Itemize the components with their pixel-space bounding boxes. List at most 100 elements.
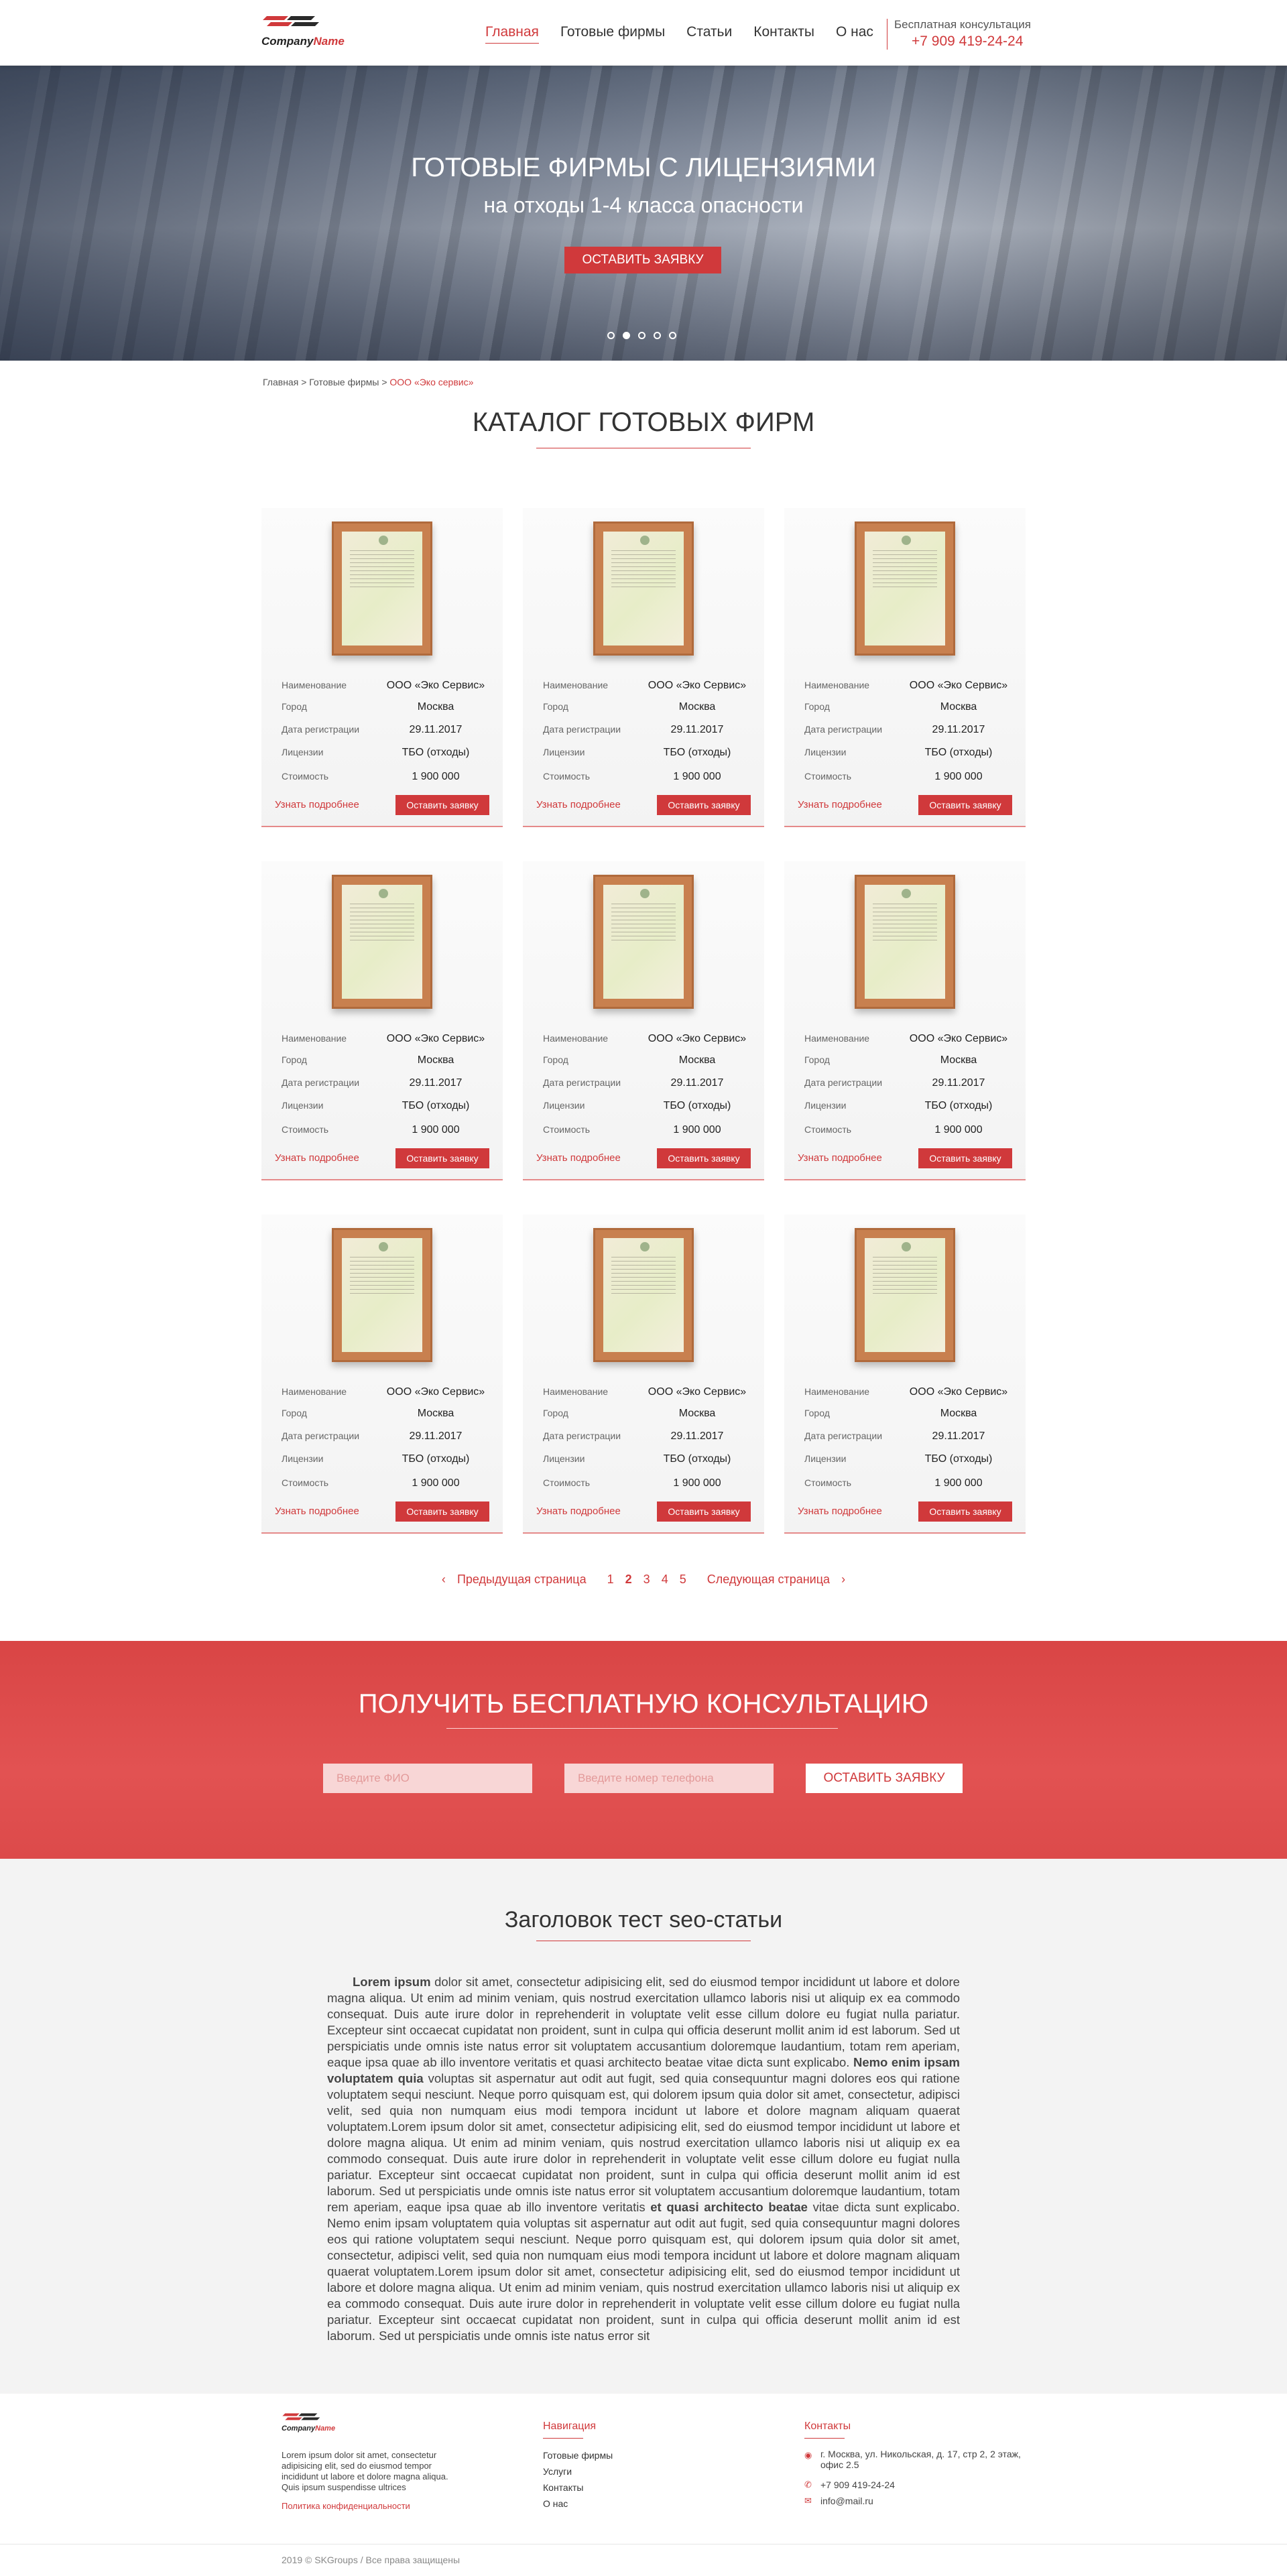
- nav-link-contacts[interactable]: Контакты: [753, 24, 814, 44]
- license-certificate-image[interactable]: [593, 1228, 694, 1362]
- card-value: 29.11.2017: [670, 724, 724, 735]
- license-certificate-image[interactable]: [332, 875, 432, 1009]
- footer-nav-ready-firms[interactable]: Готовые фирмы: [543, 2450, 613, 2461]
- license-certificate-image[interactable]: [855, 522, 955, 656]
- certificate-paper: [865, 532, 945, 646]
- card-more-link[interactable]: Узнать подробнее: [536, 799, 621, 810]
- footer-nav-services[interactable]: Услуги: [543, 2466, 572, 2477]
- card-more-link[interactable]: Узнать подробнее: [275, 1152, 359, 1164]
- card-apply-button[interactable]: Оставить заявку: [395, 1148, 489, 1168]
- card-more-link[interactable]: Узнать подробнее: [275, 799, 359, 810]
- slider-dot[interactable]: [669, 332, 676, 339]
- card-apply-button[interactable]: Оставить заявку: [657, 795, 751, 815]
- card-label: Лицензии: [282, 1100, 324, 1111]
- consultation-underline: [446, 1728, 838, 1729]
- firm-card: Наименование ООО «Эко Сервис» Город Москва Д…: [784, 1215, 1026, 1534]
- card-value: Москва: [940, 701, 977, 713]
- card-value: ТБО (отходы): [663, 1100, 731, 1111]
- footer-nav-title: Навигация: [543, 2420, 597, 2432]
- site-header: CompanyName Главная Готовые фирмы Статьи…: [0, 0, 1287, 66]
- consultation-apply-button[interactable]: ОСТАВИТЬ ЗАЯВКУ: [806, 1764, 963, 1793]
- card-apply-button[interactable]: Оставить заявку: [918, 1501, 1012, 1522]
- footer-email[interactable]: info@mail.ru: [820, 2496, 873, 2506]
- card-apply-button[interactable]: Оставить заявку: [395, 1501, 489, 1522]
- card-value: 29.11.2017: [932, 724, 985, 735]
- card-label: Наименование: [804, 1033, 870, 1044]
- card-label: Наименование: [282, 680, 347, 690]
- card-label: Лицензии: [543, 1100, 585, 1111]
- pagination-prev[interactable]: Предыдущая страница: [457, 1573, 587, 1586]
- slider-dot[interactable]: [607, 332, 615, 339]
- company-logo[interactable]: CompanyName: [261, 13, 362, 51]
- card-label: Город: [804, 1054, 830, 1065]
- card-row-city: Город Москва: [804, 1408, 1012, 1421]
- card-apply-button[interactable]: Оставить заявку: [918, 795, 1012, 815]
- header-phone[interactable]: +7 909 419-24-24: [912, 34, 1023, 50]
- nav-link-about[interactable]: О нас: [836, 24, 873, 44]
- card-more-link[interactable]: Узнать подробнее: [536, 1506, 621, 1517]
- site-footer: CompanyName Lorem ipsum dolor sit amet, …: [0, 2394, 1287, 2576]
- firm-card: Наименование ООО «Эко Сервис» Город Москва Д…: [261, 508, 503, 827]
- card-apply-button[interactable]: Оставить заявку: [657, 1148, 751, 1168]
- card-more-link[interactable]: Узнать подробнее: [798, 799, 882, 810]
- license-certificate-image[interactable]: [855, 1228, 955, 1362]
- card-label: Дата регистрации: [282, 1077, 360, 1088]
- firm-card: Наименование ООО «Эко Сервис» Город Москва Д…: [523, 1215, 764, 1534]
- slider-dot[interactable]: [654, 332, 661, 339]
- prev-arrow-icon[interactable]: ‹: [442, 1573, 446, 1586]
- footer-nav-contacts[interactable]: Контакты: [543, 2482, 583, 2493]
- logo-text-name: Name: [313, 35, 345, 48]
- pagination-page[interactable]: 5: [680, 1573, 686, 1586]
- seo-bold-text: Lorem ipsum: [353, 1975, 431, 1989]
- pagination-page[interactable]: 4: [662, 1573, 668, 1586]
- card-more-link[interactable]: Узнать подробнее: [536, 1152, 621, 1164]
- license-certificate-image[interactable]: [332, 1228, 432, 1362]
- name-input[interactable]: [323, 1764, 532, 1793]
- license-certificate-image[interactable]: [332, 522, 432, 656]
- card-label: Лицензии: [804, 1100, 847, 1111]
- next-arrow-icon[interactable]: ›: [841, 1573, 845, 1586]
- footer-nav-about[interactable]: О нас: [543, 2498, 568, 2509]
- main-nav: Главная Готовые фирмы Статьи Контакты О …: [485, 24, 895, 44]
- certificate-paper: [342, 1238, 422, 1352]
- phone-input[interactable]: [564, 1764, 774, 1793]
- card-label: Лицензии: [543, 1453, 585, 1464]
- breadcrumb-home[interactable]: Главная: [263, 377, 298, 387]
- pagination-page-current[interactable]: 2: [625, 1573, 632, 1586]
- nav-link-home[interactable]: Главная: [485, 24, 539, 44]
- pagination-page[interactable]: 3: [644, 1573, 650, 1586]
- card-apply-button[interactable]: Оставить заявку: [918, 1148, 1012, 1168]
- card-apply-button[interactable]: Оставить заявку: [657, 1501, 751, 1522]
- card-row-reg-date: Дата регистрации 29.11.2017: [804, 724, 1012, 737]
- card-apply-button[interactable]: Оставить заявку: [395, 795, 489, 815]
- license-certificate-image[interactable]: [593, 522, 694, 656]
- nav-link-articles[interactable]: Статьи: [686, 24, 732, 44]
- footer-address: г. Москва, ул. Никольская, д. 17, стр 2,…: [820, 2449, 1021, 2470]
- breadcrumb-section[interactable]: Готовые фирмы: [309, 377, 379, 387]
- license-certificate-image[interactable]: [593, 875, 694, 1009]
- pagination-page[interactable]: 1: [607, 1573, 614, 1586]
- consultation-section: ПОЛУЧИТЬ БЕСПЛАТНУЮ КОНСУЛЬТАЦИЮ ОСТАВИТ…: [0, 1641, 1287, 1859]
- card-label: Дата регистрации: [543, 724, 621, 735]
- card-label: Дата регистрации: [543, 1077, 621, 1088]
- license-certificate-image[interactable]: [855, 875, 955, 1009]
- footer-logo-text: CompanyName: [282, 2425, 335, 2433]
- card-row-city: Город Москва: [282, 701, 489, 715]
- card-row-name: Наименование ООО «Эко Сервис»: [804, 1386, 1012, 1400]
- card-row-name: Наименование ООО «Эко Сервис»: [543, 1033, 751, 1046]
- slider-dot[interactable]: [638, 332, 646, 339]
- card-label: Лицензии: [282, 747, 324, 757]
- nav-link-ready-firms[interactable]: Готовые фирмы: [560, 24, 665, 44]
- card-row-city: Город Москва: [282, 1054, 489, 1068]
- card-more-link[interactable]: Узнать подробнее: [798, 1506, 882, 1517]
- card-more-link[interactable]: Узнать подробнее: [798, 1152, 882, 1164]
- card-value: ООО «Эко Сервис»: [386, 1033, 485, 1044]
- pagination-next[interactable]: Следующая страница: [707, 1573, 830, 1586]
- footer-logo-company: Company: [282, 2425, 316, 2433]
- hero-apply-button[interactable]: ОСТАВИТЬ ЗАЯВКУ: [564, 247, 721, 273]
- footer-phone[interactable]: +7 909 419-24-24: [820, 2479, 895, 2490]
- slider-dot-active[interactable]: [623, 332, 630, 339]
- privacy-policy-link[interactable]: Политика конфиденциальности: [282, 2501, 410, 2511]
- card-more-link[interactable]: Узнать подробнее: [275, 1506, 359, 1517]
- footer-logo[interactable]: CompanyName: [282, 2412, 342, 2435]
